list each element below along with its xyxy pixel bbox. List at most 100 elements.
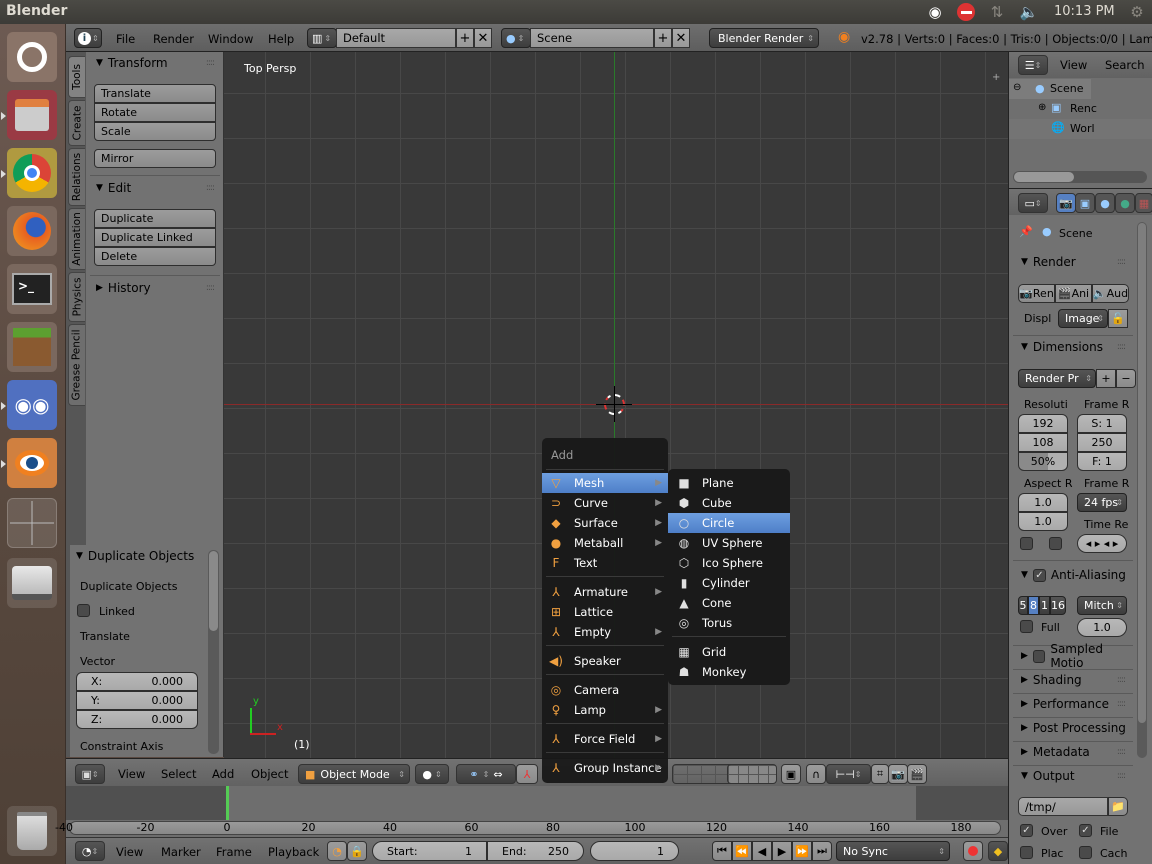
duplicate-linked-button[interactable]: Duplicate Linked [94, 228, 216, 247]
pivot-dropdown[interactable]: ⚭ ⇕ ⇔ [456, 764, 516, 784]
menu-object[interactable]: Object [251, 767, 288, 781]
mesh-item-ico-sphere[interactable]: ⬡ Ico Sphere [668, 553, 790, 573]
add-menu-item-camera[interactable]: ◎ Camera [542, 680, 668, 700]
preview-range-icon[interactable]: ◔ [327, 841, 347, 861]
tab-animation[interactable]: Animation [68, 208, 85, 270]
dimensions-panel-header[interactable]: ▼ Dimensions:::: [1009, 336, 1135, 358]
vector-z-field[interactable]: Z: 0.000 [76, 710, 198, 729]
terminal-icon[interactable]: >_ [7, 264, 57, 314]
clock[interactable]: 10:13 PM [1054, 4, 1115, 19]
metadata-panel-header[interactable]: ▶ Metadata:::: [1009, 741, 1135, 763]
render-layers-tab-icon[interactable]: ▣ [1075, 193, 1095, 213]
file-extensions-checkbox[interactable]: ✓ [1079, 824, 1092, 837]
duplicate-button[interactable]: Duplicate [94, 209, 216, 228]
edit-panel-header[interactable]: ▼ Edit:::: [86, 177, 224, 199]
timeline-menu-playback[interactable]: Playback [268, 845, 319, 859]
manipulator-icon[interactable]: ⅄ [516, 764, 538, 784]
render-preset-dropdown[interactable]: Render Pr ⇕ [1018, 369, 1096, 388]
add-menu-item-curve[interactable]: ⊃ Curve ▶ [542, 493, 668, 513]
workspace-switcher-icon[interactable] [7, 498, 57, 548]
add-layout-button[interactable]: + [456, 28, 474, 48]
screen-layout-icon[interactable]: ▥ ⇕ [307, 28, 337, 48]
lock-camera-icon[interactable]: ▣ [781, 764, 801, 784]
render-tab-icon[interactable]: 📷 [1056, 193, 1076, 213]
add-menu-item-speaker[interactable]: ◀) Speaker [542, 651, 668, 671]
outliner-menu-search[interactable]: Search [1105, 58, 1145, 72]
menu-help[interactable]: Help [268, 32, 294, 46]
add-menu-item-force-field[interactable]: ⅄ Force Field ▶ [542, 729, 668, 749]
snap-target-icon[interactable]: ⌗ [871, 764, 889, 784]
tab-create[interactable]: Create [68, 100, 85, 146]
editor-type-info[interactable]: i ⇕ [74, 28, 102, 48]
display-dropdown[interactable]: Image ⇕ [1058, 309, 1108, 328]
translate-button[interactable]: Translate [94, 84, 216, 103]
shading-dropdown[interactable]: ● ⇕ [415, 764, 449, 784]
fps-dropdown[interactable]: 24 fps ⇕ [1077, 493, 1127, 512]
delete-button[interactable]: Delete [94, 247, 216, 266]
lock-icon[interactable]: 🔒 [347, 841, 367, 861]
render-animation-icon[interactable]: 🎬 [907, 764, 927, 784]
output-path-field[interactable]: /tmp/ [1018, 797, 1108, 816]
grip-icon[interactable]: :::: [206, 283, 215, 293]
add-menu-item-group-instance[interactable]: ⅄ Group Instance ▶ [542, 758, 668, 778]
start-frame-field[interactable]: Start: 1 [372, 841, 487, 861]
add-menu-item-lamp[interactable]: ♀ Lamp ▶ [542, 700, 668, 720]
add-menu-item-lattice[interactable]: ⊞ Lattice [542, 602, 668, 622]
mode-dropdown[interactable]: ■ Object Mode ⇕ [298, 764, 410, 784]
mesh-item-circle[interactable]: ○ Circle [668, 513, 790, 533]
tab-physics[interactable]: Physics [68, 272, 85, 322]
add-scene-button[interactable]: + [654, 28, 672, 48]
aspect-x-field[interactable]: 1.0 [1018, 493, 1068, 512]
tab-relations[interactable]: Relations [68, 148, 85, 206]
placeholders-checkbox[interactable] [1020, 846, 1033, 859]
collapse-icon[interactable]: ⊖ [1013, 82, 1021, 93]
lock-interface-icon[interactable]: 🔓 [1108, 309, 1128, 328]
minecraft-icon[interactable] [7, 322, 57, 372]
filter-size-field[interactable]: 1.0 [1077, 618, 1127, 637]
render-still-button[interactable]: 📷 Ren [1018, 284, 1055, 303]
blender-icon[interactable] [7, 438, 57, 488]
remove-preset-button[interactable]: − [1116, 369, 1136, 388]
add-menu-item-metaball[interactable]: ● Metaball ▶ [542, 533, 668, 553]
shading-panel-header[interactable]: ▶ Shading:::: [1009, 669, 1135, 691]
outliner-scrollbar[interactable] [1013, 171, 1147, 183]
world-tab-icon[interactable]: ● [1115, 193, 1135, 213]
grip-icon[interactable]: :::: [206, 58, 215, 68]
play-reverse-icon[interactable]: ◀ [752, 841, 772, 861]
aa-sample-16[interactable]: 16 [1050, 596, 1066, 615]
frame-start-field[interactable]: S: 1 [1077, 414, 1127, 433]
performance-panel-header[interactable]: ▶ Performance:::: [1009, 693, 1135, 715]
discord-launcher-icon[interactable]: ◉◉ [7, 380, 57, 430]
mesh-item-cone[interactable]: ▲ Cone [668, 593, 790, 613]
sampled-motion-checkbox[interactable] [1032, 649, 1046, 663]
resolution-percentage-slider[interactable]: 50% [1018, 452, 1068, 471]
snap-magnet-icon[interactable]: ∩ [806, 764, 826, 784]
mesh-item-cube[interactable]: ⬢ Cube [668, 493, 790, 513]
properties-toggle-icon[interactable]: + [992, 72, 1000, 83]
layers-group-2[interactable] [727, 764, 777, 784]
aa-sample-5[interactable]: 5 [1018, 596, 1028, 615]
next-keyframe-icon[interactable]: ⏩ [792, 841, 812, 861]
rotate-button[interactable]: Rotate [94, 103, 216, 122]
add-menu-item-empty[interactable]: ⅄ Empty ▶ [542, 622, 668, 642]
render-audio-button[interactable]: 🔈 Aud [1092, 284, 1129, 303]
crop-to-border-checkbox[interactable] [1049, 537, 1062, 550]
delete-layout-button[interactable]: ✕ [474, 28, 492, 48]
timeline-menu-frame[interactable]: Frame [216, 845, 252, 859]
vector-y-field[interactable]: Y: 0.000 [76, 691, 198, 710]
prev-keyframe-icon[interactable]: ⏪ [732, 841, 752, 861]
mesh-item-cylinder[interactable]: ▮ Cylinder [668, 573, 790, 593]
pin-icon[interactable]: 📌 [1019, 225, 1033, 238]
mesh-item-monkey[interactable]: ☗ Monkey [668, 662, 790, 682]
record-icon[interactable] [963, 841, 983, 861]
sampled-motion-panel-header[interactable]: ▶ Sampled Motio [1009, 642, 1135, 670]
add-menu-item-armature[interactable]: ⅄ Armature ▶ [542, 582, 668, 602]
resolution-x-field[interactable]: 192 [1018, 414, 1068, 433]
play-icon[interactable]: ▶ [772, 841, 792, 861]
resolution-y-field[interactable]: 108 [1018, 433, 1068, 452]
scale-button[interactable]: Scale [94, 122, 216, 141]
menu-select[interactable]: Select [161, 767, 196, 781]
full-sample-checkbox[interactable] [1020, 620, 1033, 633]
add-menu-item-text[interactable]: F Text [542, 553, 668, 573]
mesh-item-torus[interactable]: ◎ Torus [668, 613, 790, 633]
